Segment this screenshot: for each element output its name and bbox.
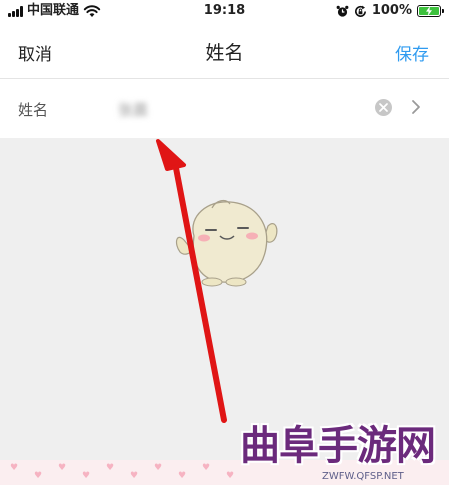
name-input[interactable]	[118, 93, 358, 125]
clear-x-glyph	[379, 103, 388, 112]
status-bar: 中国联通 19:18 100%	[0, 0, 449, 24]
save-button[interactable]: 保存	[395, 40, 429, 65]
navigation-bar: 取消 姓名 保存	[0, 24, 449, 78]
battery-fill	[419, 6, 439, 16]
battery-charging-icon	[417, 5, 444, 17]
clear-circle-icon[interactable]	[375, 99, 392, 116]
watermark-title: 曲阜手游网	[240, 422, 436, 469]
battery-percent: 100%	[371, 3, 412, 18]
chevron-right-icon	[412, 100, 420, 114]
watermark-url: ZWFW.QFSP.NET	[322, 471, 404, 482]
alarm-icon	[336, 5, 349, 17]
site-watermark: 曲阜手游网 ZWFW.QFSP.NET	[240, 424, 446, 485]
status-right: 100%	[336, 3, 444, 18]
charging-bolt-icon	[426, 6, 432, 16]
orientation-lock-icon	[354, 5, 366, 17]
mascot-sticker	[175, 199, 278, 287]
page-title: 姓名	[205, 42, 244, 64]
name-field-label: 姓名	[18, 101, 49, 119]
